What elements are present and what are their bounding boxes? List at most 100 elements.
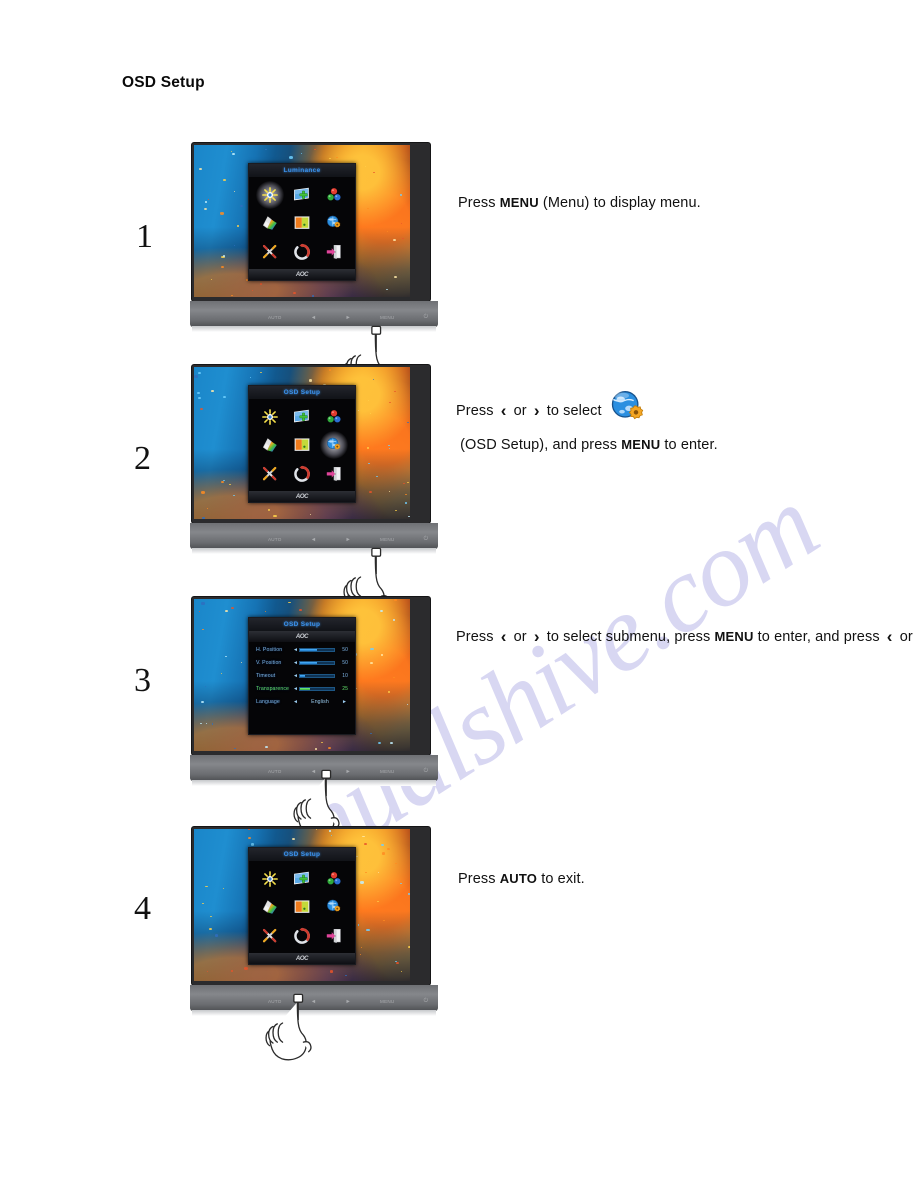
osd-menu-item-reset[interactable] (286, 238, 317, 265)
osd-menu-item-exit[interactable] (319, 460, 350, 487)
power-button[interactable]: ⏻ (424, 536, 428, 543)
monitor-screen: OSD Setup AOC (194, 829, 410, 981)
osd-menu-item-luminance[interactable] (254, 403, 285, 430)
exit-icon (324, 243, 344, 260)
osd-submenu-panel: OSD Setup H. Position ◄ 50 V. Position ◄… (248, 617, 356, 735)
decrement-arrow-icon[interactable]: ◄ (292, 647, 299, 653)
right-button[interactable]: ► (345, 999, 350, 1005)
instruction-text: to exit. (537, 871, 585, 887)
osd-menu-item-extra[interactable] (254, 922, 285, 949)
osd-menu-grid (249, 177, 355, 269)
osd-menu-item-osd-setup[interactable] (319, 430, 350, 459)
right-chevron-icon: › (533, 627, 540, 646)
left-button[interactable]: ◄ (311, 537, 316, 543)
step-number: 2 (134, 440, 151, 477)
osd-menu-item-osd-setup[interactable] (319, 209, 350, 236)
osd-menu-item-color-boost[interactable] (286, 431, 317, 458)
auto-button[interactable]: AUTO (268, 769, 281, 774)
submenu-row-label: H. Position (256, 646, 283, 653)
right-button[interactable]: ► (345, 537, 350, 543)
osd-menu-item-luminance[interactable] (254, 180, 285, 209)
decrement-arrow-icon[interactable]: ◄ (292, 673, 299, 679)
osd-menu-item-extra[interactable] (254, 460, 285, 487)
osd-footer: AOC (249, 269, 355, 280)
power-button[interactable]: ⏻ (424, 314, 428, 321)
instruction-text: Press (458, 195, 500, 211)
extra-icon (260, 465, 280, 482)
exit-icon (324, 927, 344, 944)
menu-button[interactable]: MENU (380, 999, 394, 1004)
submenu-row[interactable]: Transparence ◄ 25 (256, 682, 348, 695)
osd-footer: AOC (249, 491, 355, 502)
monitor-bezel: Luminance AOC (192, 143, 430, 301)
osd-menu-item-picture-boost[interactable] (254, 209, 285, 236)
monitor-bezel: OSD Setup AOC (192, 365, 430, 523)
osd-menu-item-reset[interactable] (286, 460, 317, 487)
image-setup-icon (292, 186, 312, 203)
osd-menu-item-picture-boost[interactable] (254, 431, 285, 458)
submenu-slider[interactable] (299, 686, 335, 691)
increment-arrow-icon[interactable]: ► (341, 699, 348, 705)
submenu-row[interactable]: Timeout ◄ 10 (256, 669, 348, 682)
osd-menu-item-image-setup[interactable] (286, 181, 317, 208)
osd-menu-item-extra[interactable] (254, 238, 285, 265)
brand-logo: AOC (295, 493, 309, 500)
submenu-row[interactable]: Language ◄ English ► (256, 695, 348, 708)
picture-boost-icon (260, 436, 280, 453)
menu-button[interactable]: MENU (380, 769, 394, 774)
monitor-screen: Luminance AOC (194, 145, 410, 297)
osd-menu-item-image-setup[interactable] (286, 865, 317, 892)
extra-icon (260, 927, 280, 944)
submenu-slider[interactable] (299, 647, 335, 652)
submenu-row-value: English (311, 698, 329, 705)
submenu-row[interactable]: H. Position ◄ 50 (256, 643, 348, 656)
submenu-slider[interactable] (299, 660, 335, 665)
menu-button[interactable]: MENU (380, 315, 394, 320)
osd-menu-item-image-setup[interactable] (286, 403, 317, 430)
submenu-row[interactable]: V. Position ◄ 50 (256, 656, 348, 669)
osd-menu-item-color-boost[interactable] (286, 893, 317, 920)
color-temp-icon (324, 408, 344, 425)
osd-menu-panel: Luminance AOC (248, 163, 356, 281)
decrement-arrow-icon[interactable]: ◄ (292, 699, 299, 705)
submenu-row-value: 50 (342, 646, 348, 653)
osd-menu-item-color-temp[interactable] (319, 403, 350, 430)
right-button[interactable]: ► (345, 315, 350, 321)
osd-menu-item-osd-setup[interactable] (319, 893, 350, 920)
auto-button[interactable]: AUTO (268, 537, 281, 542)
step-instruction: Press AUTO to exit. (458, 862, 808, 896)
instruction-text: to enter. (660, 437, 718, 453)
decrement-arrow-icon[interactable]: ◄ (292, 686, 299, 692)
osd-menu-title: OSD Setup (249, 848, 355, 861)
color-boost-icon (292, 898, 312, 915)
osd-submenu-title: OSD Setup (249, 618, 355, 631)
document-page: manualshive.com OSD Setup 1 Luminance AO… (0, 0, 918, 1188)
key-label-menu: MENU (714, 629, 754, 644)
osd-menu-item-exit[interactable] (319, 238, 350, 265)
step-number: 1 (136, 218, 153, 255)
menu-button[interactable]: MENU (380, 537, 394, 542)
auto-button[interactable]: AUTO (268, 315, 281, 320)
osd-menu-item-color-temp[interactable] (319, 865, 350, 892)
monitor-screen: OSD Setup AOC (194, 367, 410, 519)
power-button[interactable]: ⏻ (424, 998, 428, 1005)
color-temp-icon (324, 186, 344, 203)
osd-menu-item-picture-boost[interactable] (254, 893, 285, 920)
osd-setup-icon (606, 388, 650, 428)
monitor-screen: OSD Setup H. Position ◄ 50 V. Position ◄… (194, 599, 410, 751)
osd-menu-item-reset[interactable] (286, 922, 317, 949)
osd-menu-item-color-boost[interactable] (286, 209, 317, 236)
left-button[interactable]: ◄ (311, 315, 316, 321)
submenu-row-label: Language (256, 698, 280, 705)
submenu-slider[interactable] (299, 673, 335, 678)
power-button[interactable]: ⏻ (424, 768, 428, 775)
osd-menu-item-luminance[interactable] (254, 865, 285, 892)
instruction-text: or (509, 403, 531, 419)
step-instruction: Press ‹ or › to select (OSD Setup), and … (456, 388, 806, 462)
osd-menu-item-exit[interactable] (319, 922, 350, 949)
decrement-arrow-icon[interactable]: ◄ (292, 660, 299, 666)
right-chevron-icon: › (533, 401, 540, 420)
image-setup-icon (292, 870, 312, 887)
osd-menu-item-color-temp[interactable] (319, 181, 350, 208)
left-chevron-icon: ‹ (500, 401, 507, 420)
